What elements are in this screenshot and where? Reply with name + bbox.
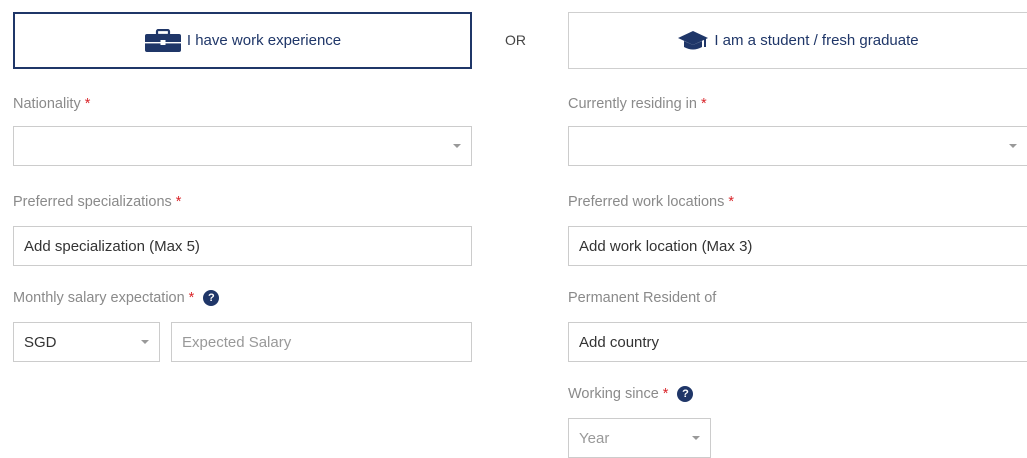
permanent-resident-label: Permanent Resident of [568,288,716,308]
salary-label-text: Monthly salary expectation [13,290,185,306]
help-icon[interactable]: ? [677,386,694,402]
required-marker: * [84,96,91,112]
nationality-select[interactable] [13,126,472,166]
required-marker: * [662,386,669,402]
work-experience-label: I have work experience [186,32,342,49]
specializations-label: Preferred specializations * [13,192,181,212]
specializations-label-text: Preferred specializations [13,194,172,210]
permanent-resident-label-text: Permanent Resident of [568,290,717,306]
required-marker: * [188,290,195,306]
required-marker: * [700,96,707,112]
work-location-input[interactable] [568,226,1027,266]
required-marker: * [728,194,734,210]
nationality-label-text: Nationality [13,96,81,112]
expected-salary-input[interactable] [171,322,472,362]
student-button[interactable]: I am a student / fresh graduate [568,12,1027,69]
chevron-down-icon [692,436,700,440]
chevron-down-icon [453,144,461,148]
graduation-cap-icon [677,30,709,52]
residing-select[interactable] [568,126,1027,166]
working-since-label-text: Working since [568,386,659,402]
permanent-resident-input[interactable] [568,322,1027,362]
chevron-down-icon [141,340,149,344]
year-value: Year [579,429,610,447]
currency-select[interactable]: SGD [13,322,160,362]
chevron-down-icon [1009,144,1017,148]
residing-label: Currently residing in * [568,94,707,114]
residing-label-text: Currently residing in [568,96,697,112]
help-icon[interactable]: ? [203,290,220,306]
student-label: I am a student / fresh graduate [714,32,919,49]
or-separator: OR [505,32,526,48]
year-select[interactable]: Year [568,418,711,458]
work-locations-label-text: Preferred work locations [568,194,725,210]
specialization-input[interactable] [13,226,472,266]
work-locations-label: Preferred work locations * [568,192,734,212]
briefcase-icon [144,28,182,53]
salary-label: Monthly salary expectation * ? [13,288,220,308]
nationality-label: Nationality * [13,94,90,114]
work-experience-button[interactable]: I have work experience [13,12,472,69]
currency-value: SGD [24,333,57,351]
required-marker: * [175,194,182,210]
working-since-label: Working since * ? [568,384,694,404]
